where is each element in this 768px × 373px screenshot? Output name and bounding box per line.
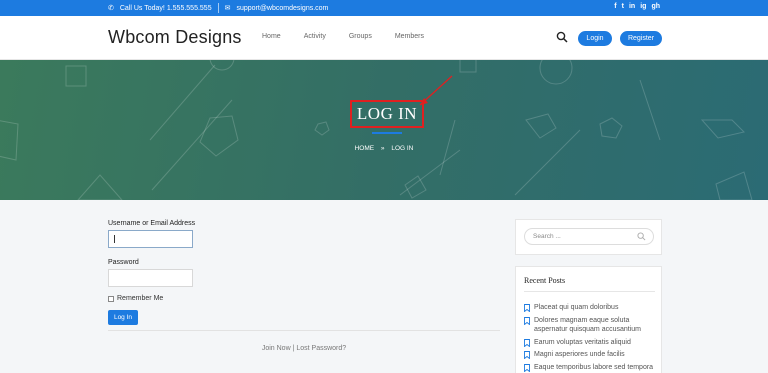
instagram-icon[interactable]: ig (640, 3, 646, 10)
post-link[interactable]: Placeat qui quam doloribus (534, 303, 618, 313)
post-link[interactable]: Eaque temporibus labore sed tempora (534, 363, 653, 373)
username-label: Username or Email Address (108, 220, 196, 227)
lost-password-link[interactable]: Lost Password? (296, 345, 346, 352)
login-submit-button[interactable]: Log In (108, 310, 138, 325)
breadcrumb-separator: » (380, 145, 385, 152)
password-input[interactable] (108, 269, 193, 287)
list-item[interactable]: Dolores magnam eaque soluta aspernatur q… (524, 316, 658, 335)
breadcrumb-home[interactable]: HOME (355, 145, 375, 152)
login-button[interactable]: Login (578, 31, 612, 46)
bookmark-icon (524, 304, 530, 312)
nav-activity[interactable]: Activity (304, 33, 326, 40)
list-item[interactable]: Placeat qui quam doloribus (524, 303, 658, 313)
bookmark-icon (524, 338, 530, 347)
divider (217, 3, 219, 13)
register-button[interactable]: Register (620, 31, 662, 46)
account-links: Join Now | Lost Password? (108, 345, 500, 352)
main-nav: Home Activity Groups Members (262, 33, 447, 40)
password-label: Password (108, 259, 139, 266)
bookmark-icon (524, 316, 530, 325)
remember-label[interactable]: Remember Me (117, 295, 163, 302)
remember-checkbox[interactable] (108, 295, 114, 302)
recent-posts-list: Placeat qui quam doloribus Dolores magna… (524, 303, 658, 373)
bookmark-icon (524, 351, 530, 359)
list-item[interactable]: Eaque temporibus labore sed tempora (524, 363, 658, 373)
join-now-link[interactable]: Join Now (262, 345, 291, 352)
recent-posts-widget: Recent Posts Placeat qui quam doloribus … (515, 266, 662, 373)
sidebar-search-input[interactable]: Search ... (524, 228, 654, 245)
site-header: Wbcom Designs Home Activity Groups Membe… (0, 16, 768, 60)
twitter-icon[interactable]: t (622, 3, 624, 10)
phone-icon: ✆ (108, 5, 114, 12)
hero-decoration (0, 60, 753, 200)
username-input[interactable] (108, 230, 193, 248)
page-title: LOG IN (350, 100, 424, 128)
post-link[interactable]: Earum voluptas veritatis aliquid (534, 338, 631, 348)
widget-title: Recent Posts (524, 276, 566, 285)
search-icon[interactable] (637, 232, 646, 241)
breadcrumb-current: LOG IN (391, 145, 414, 152)
form-divider (108, 330, 500, 331)
search-placeholder: Search ... (533, 233, 561, 240)
list-item[interactable]: Magni asperiores unde facilis (524, 350, 658, 360)
page-hero: LOG IN HOME » LOG IN (0, 60, 768, 200)
nav-home[interactable]: Home (262, 33, 281, 40)
search-widget: Search ... (515, 219, 662, 255)
post-link[interactable]: Dolores magnam eaque soluta aspernatur q… (534, 316, 658, 335)
login-form: Username or Email Address Password Remem… (108, 220, 195, 325)
bookmark-icon (524, 363, 530, 372)
phone-text[interactable]: Call Us Today! 1.555.555.555 (120, 5, 212, 12)
nav-members[interactable]: Members (395, 33, 424, 40)
contact-info: ✆ Call Us Today! 1.555.555.555 ✉ support… (108, 3, 328, 13)
social-links: f t in ig gh (614, 3, 660, 10)
title-underline (372, 132, 402, 134)
site-logo[interactable]: Wbcom Designs (108, 27, 242, 48)
main-content: Username or Email Address Password Remem… (0, 200, 768, 373)
facebook-icon[interactable]: f (614, 3, 616, 10)
email-link[interactable]: support@wbcomdesigns.com (236, 5, 328, 12)
breadcrumb: HOME » LOG IN (0, 145, 768, 152)
github-icon[interactable]: gh (651, 3, 660, 10)
text-cursor (114, 235, 115, 243)
linkedin-icon[interactable]: in (629, 3, 635, 10)
mail-icon: ✉ (224, 5, 231, 12)
list-item[interactable]: Earum voluptas veritatis aliquid (524, 338, 658, 348)
widget-divider (524, 291, 655, 292)
top-bar: ✆ Call Us Today! 1.555.555.555 ✉ support… (0, 0, 768, 16)
post-link[interactable]: Magni asperiores unde facilis (534, 350, 625, 360)
remember-me[interactable]: Remember Me (108, 295, 195, 302)
search-icon[interactable] (556, 31, 568, 43)
nav-groups[interactable]: Groups (349, 33, 372, 40)
link-separator: | (292, 345, 295, 352)
